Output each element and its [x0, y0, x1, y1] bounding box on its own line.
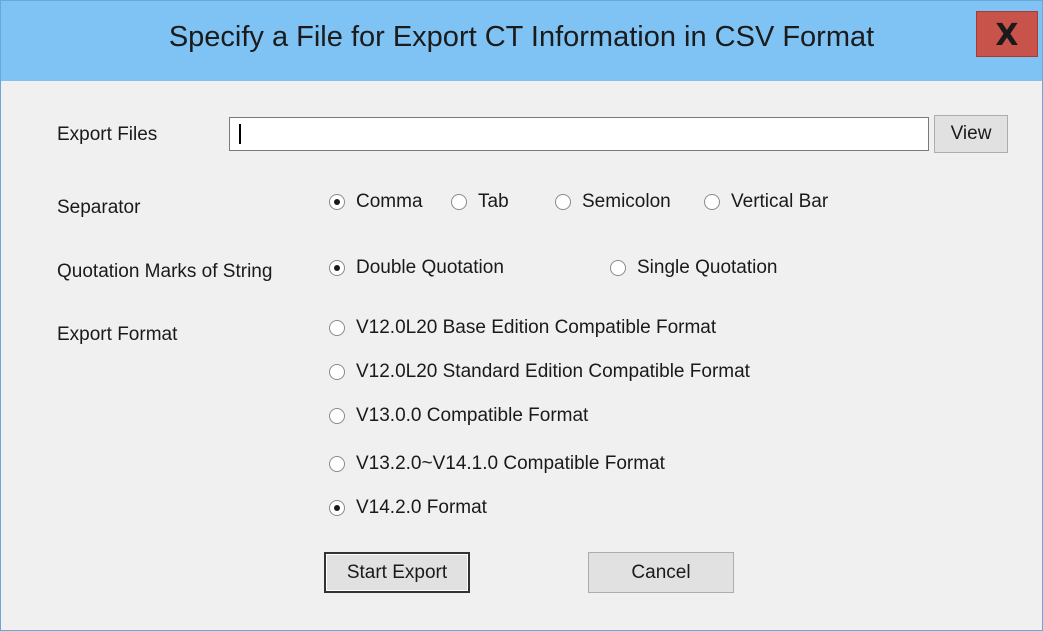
format-v13-2-0-v14-1-0-radio[interactable]: V13.2.0~V14.1.0 Compatible Format — [329, 451, 665, 477]
radio-label: V13.0.0 Compatible Format — [356, 405, 589, 426]
format-v13-0-0-radio[interactable]: V13.0.0 Compatible Format — [329, 403, 588, 429]
dialog-title: Specify a File for Export CT Information… — [168, 21, 875, 53]
radio-unchecked-icon — [329, 456, 345, 472]
radio-checked-icon — [329, 500, 345, 516]
radio-unchecked-icon — [555, 194, 571, 210]
radio-checked-icon — [329, 194, 345, 210]
radio-unchecked-icon — [451, 194, 467, 210]
quotation-label: Quotation Marks of String — [57, 261, 273, 282]
quotation-double-radio[interactable]: Double Quotation — [329, 255, 504, 281]
radio-unchecked-icon — [329, 364, 345, 380]
radio-unchecked-icon — [704, 194, 720, 210]
close-button[interactable]: X — [976, 11, 1038, 57]
radio-unchecked-icon — [329, 408, 345, 424]
radio-label: Tab — [478, 191, 509, 212]
cancel-button[interactable]: Cancel — [588, 552, 734, 593]
export-files-label: Export Files — [57, 124, 158, 145]
format-v12-base-radio[interactable]: V12.0L20 Base Edition Compatible Format — [329, 315, 716, 341]
start-export-button[interactable]: Start Export — [324, 552, 470, 593]
format-v12-standard-radio[interactable]: V12.0L20 Standard Edition Compatible For… — [329, 359, 750, 385]
radio-label: V12.0L20 Standard Edition Compatible For… — [356, 361, 750, 382]
dialog-body: Export Files View Separator Comma Tab Se… — [11, 81, 1032, 621]
radio-unchecked-icon — [610, 260, 626, 276]
format-v14-2-0-radio[interactable]: V14.2.0 Format — [329, 495, 487, 521]
radio-label: Double Quotation — [356, 257, 504, 278]
radio-label: Semicolon — [582, 191, 671, 212]
radio-label: Vertical Bar — [731, 191, 829, 212]
export-files-input[interactable] — [229, 117, 929, 151]
radio-label: Single Quotation — [637, 257, 778, 278]
radio-checked-icon — [329, 260, 345, 276]
separator-vertical-bar-radio[interactable]: Vertical Bar — [704, 189, 828, 215]
radio-label: V12.0L20 Base Edition Compatible Format — [356, 317, 717, 338]
radio-unchecked-icon — [329, 320, 345, 336]
title-bar[interactable]: Specify a File for Export CT Information… — [1, 1, 1042, 81]
export-format-label: Export Format — [57, 324, 178, 345]
view-button[interactable]: View — [934, 115, 1008, 153]
separator-comma-radio[interactable]: Comma — [329, 189, 423, 215]
text-caret — [239, 124, 241, 144]
separator-tab-radio[interactable]: Tab — [451, 189, 509, 215]
radio-label: Comma — [356, 191, 423, 212]
radio-label: V13.2.0~V14.1.0 Compatible Format — [356, 453, 665, 474]
close-icon: X — [995, 18, 1019, 53]
quotation-single-radio[interactable]: Single Quotation — [610, 255, 778, 281]
export-dialog: Specify a File for Export CT Information… — [0, 0, 1043, 631]
separator-semicolon-radio[interactable]: Semicolon — [555, 189, 671, 215]
radio-label: V14.2.0 Format — [356, 497, 487, 518]
separator-label: Separator — [57, 197, 141, 218]
